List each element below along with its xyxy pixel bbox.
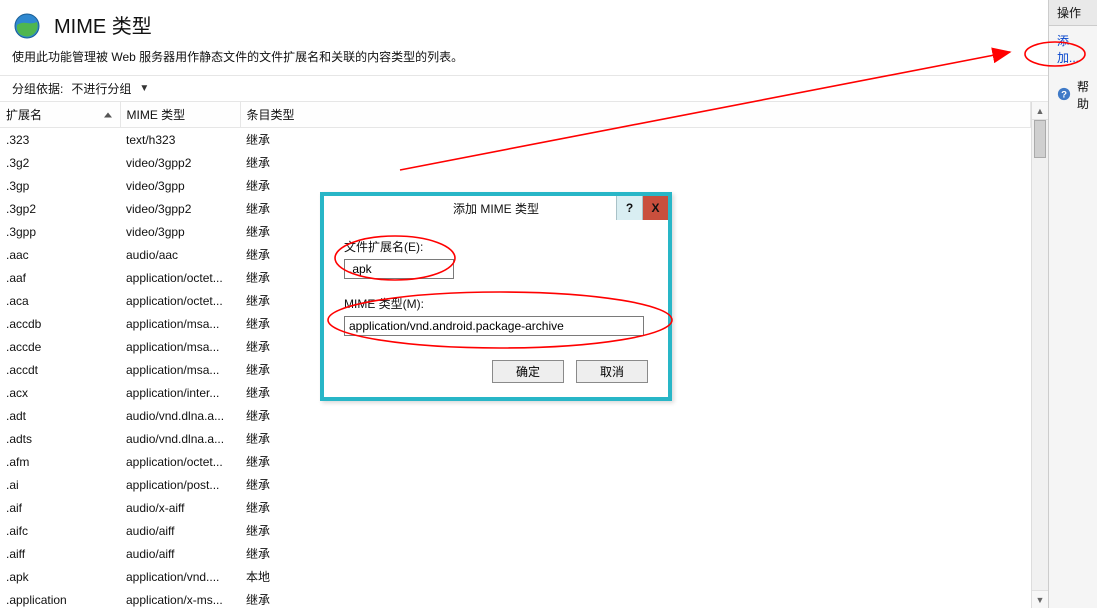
cell-mime: application/octet... bbox=[120, 450, 240, 473]
help-icon: ? bbox=[1057, 87, 1071, 104]
grouping-label: 分组依据: bbox=[12, 80, 63, 97]
cancel-button[interactable]: 取消 bbox=[576, 360, 648, 383]
svg-text:?: ? bbox=[1061, 89, 1067, 100]
table-row[interactable]: .adtaudio/vnd.dlna.a...继承 bbox=[0, 404, 1031, 427]
page-subtitle: 使用此功能管理被 Web 服务器用作静态文件的文件扩展名和关联的内容类型的列表。 bbox=[0, 44, 1048, 75]
mime-field-label: MIME 类型(M): bbox=[344, 295, 648, 312]
cell-ext: .3g2 bbox=[0, 151, 120, 174]
cell-mime: application/inter... bbox=[120, 381, 240, 404]
cell-entry: 继承 bbox=[240, 128, 1031, 152]
grouping-bar: 分组依据: 不进行分组 ▼ bbox=[0, 75, 1048, 102]
table-row[interactable]: .323text/h323继承 bbox=[0, 128, 1031, 152]
grouping-value[interactable]: 不进行分组 bbox=[71, 80, 131, 97]
cell-mime: application/x-ms... bbox=[120, 588, 240, 608]
table-row[interactable]: .adtsaudio/vnd.dlna.a...继承 bbox=[0, 427, 1031, 450]
cell-entry: 继承 bbox=[240, 496, 1031, 519]
cell-ext: .adts bbox=[0, 427, 120, 450]
cell-ext: .acx bbox=[0, 381, 120, 404]
scroll-thumb[interactable] bbox=[1034, 120, 1046, 158]
dialog-title: 添加 MIME 类型 bbox=[453, 200, 539, 217]
cell-ext: .aif bbox=[0, 496, 120, 519]
page-title: MIME 类型 bbox=[54, 10, 152, 39]
cell-mime: application/msa... bbox=[120, 358, 240, 381]
help-link[interactable]: ? 帮助 bbox=[1049, 72, 1097, 118]
cell-entry: 继承 bbox=[240, 427, 1031, 450]
cell-ext: .accdt bbox=[0, 358, 120, 381]
scroll-down-icon[interactable]: ▼ bbox=[1032, 590, 1048, 608]
cell-ext: .ai bbox=[0, 473, 120, 496]
cell-mime: application/post... bbox=[120, 473, 240, 496]
cell-mime: video/3gpp bbox=[120, 220, 240, 243]
cell-ext: .3gp bbox=[0, 174, 120, 197]
cell-entry: 继承 bbox=[240, 151, 1031, 174]
cell-ext: .apk bbox=[0, 565, 120, 588]
add-mime-dialog: 添加 MIME 类型 ? X 文件扩展名(E): MIME 类型(M): 确定 … bbox=[320, 192, 672, 401]
scroll-track[interactable] bbox=[1032, 120, 1048, 590]
cell-ext: .323 bbox=[0, 128, 120, 152]
add-link[interactable]: 添加... bbox=[1049, 26, 1097, 72]
cell-ext: .3gp2 bbox=[0, 197, 120, 220]
cell-mime: audio/x-aiff bbox=[120, 496, 240, 519]
cell-mime: application/msa... bbox=[120, 335, 240, 358]
cell-mime: application/vnd.... bbox=[120, 565, 240, 588]
mime-type-icon bbox=[12, 8, 44, 40]
vertical-scrollbar[interactable]: ▲ ▼ bbox=[1031, 102, 1048, 608]
cell-ext: .aaf bbox=[0, 266, 120, 289]
cell-entry: 继承 bbox=[240, 473, 1031, 496]
cell-mime: video/3gpp2 bbox=[120, 197, 240, 220]
table-row[interactable]: .aiffaudio/aiff继承 bbox=[0, 542, 1031, 565]
col-mime-type[interactable]: MIME 类型 bbox=[120, 102, 240, 128]
dialog-close-button[interactable]: X bbox=[642, 196, 668, 220]
cell-entry: 继承 bbox=[240, 519, 1031, 542]
cell-mime: audio/aiff bbox=[120, 519, 240, 542]
cell-mime: application/msa... bbox=[120, 312, 240, 335]
cell-ext: .aac bbox=[0, 243, 120, 266]
scroll-up-icon[interactable]: ▲ bbox=[1032, 102, 1048, 120]
cell-mime: application/octet... bbox=[120, 266, 240, 289]
cell-mime: audio/aiff bbox=[120, 542, 240, 565]
help-link-label: 帮助 bbox=[1077, 78, 1089, 112]
ext-input[interactable] bbox=[344, 259, 454, 279]
cell-entry: 继承 bbox=[240, 542, 1031, 565]
cell-ext: .accdb bbox=[0, 312, 120, 335]
cell-mime: video/3gpp2 bbox=[120, 151, 240, 174]
col-extension[interactable]: 扩展名 bbox=[0, 102, 120, 128]
cell-ext: .adt bbox=[0, 404, 120, 427]
ok-button[interactable]: 确定 bbox=[492, 360, 564, 383]
cell-mime: video/3gpp bbox=[120, 174, 240, 197]
cell-mime: text/h323 bbox=[120, 128, 240, 152]
cell-ext: .afm bbox=[0, 450, 120, 473]
cell-ext: .accde bbox=[0, 335, 120, 358]
table-row[interactable]: .apkapplication/vnd....本地 bbox=[0, 565, 1031, 588]
col-entry-type[interactable]: 条目类型 bbox=[240, 102, 1031, 128]
dialog-help-button[interactable]: ? bbox=[616, 196, 642, 220]
cell-mime: audio/vnd.dlna.a... bbox=[120, 404, 240, 427]
add-link-label: 添加... bbox=[1057, 32, 1089, 66]
cell-ext: .3gpp bbox=[0, 220, 120, 243]
cell-ext: .aiff bbox=[0, 542, 120, 565]
cell-entry: 继承 bbox=[240, 588, 1031, 608]
table-row[interactable]: .aifcaudio/aiff继承 bbox=[0, 519, 1031, 542]
table-row[interactable]: .applicationapplication/x-ms...继承 bbox=[0, 588, 1031, 608]
table-row[interactable]: .afmapplication/octet...继承 bbox=[0, 450, 1031, 473]
table-row[interactable]: .aiapplication/post...继承 bbox=[0, 473, 1031, 496]
actions-header: 操作 bbox=[1049, 0, 1097, 26]
cell-ext: .aifc bbox=[0, 519, 120, 542]
cell-ext: .aca bbox=[0, 289, 120, 312]
mime-input[interactable] bbox=[344, 316, 644, 336]
cell-mime: audio/aac bbox=[120, 243, 240, 266]
actions-panel: 操作 添加... ? 帮助 bbox=[1048, 0, 1097, 608]
cell-mime: audio/vnd.dlna.a... bbox=[120, 427, 240, 450]
cell-ext: .application bbox=[0, 588, 120, 608]
ext-field-label: 文件扩展名(E): bbox=[344, 238, 648, 255]
cell-entry: 继承 bbox=[240, 404, 1031, 427]
table-row[interactable]: .3g2video/3gpp2继承 bbox=[0, 151, 1031, 174]
grouping-dropdown-icon[interactable]: ▼ bbox=[139, 83, 149, 94]
cell-entry: 继承 bbox=[240, 450, 1031, 473]
cell-mime: application/octet... bbox=[120, 289, 240, 312]
cell-entry: 本地 bbox=[240, 565, 1031, 588]
table-row[interactable]: .aifaudio/x-aiff继承 bbox=[0, 496, 1031, 519]
